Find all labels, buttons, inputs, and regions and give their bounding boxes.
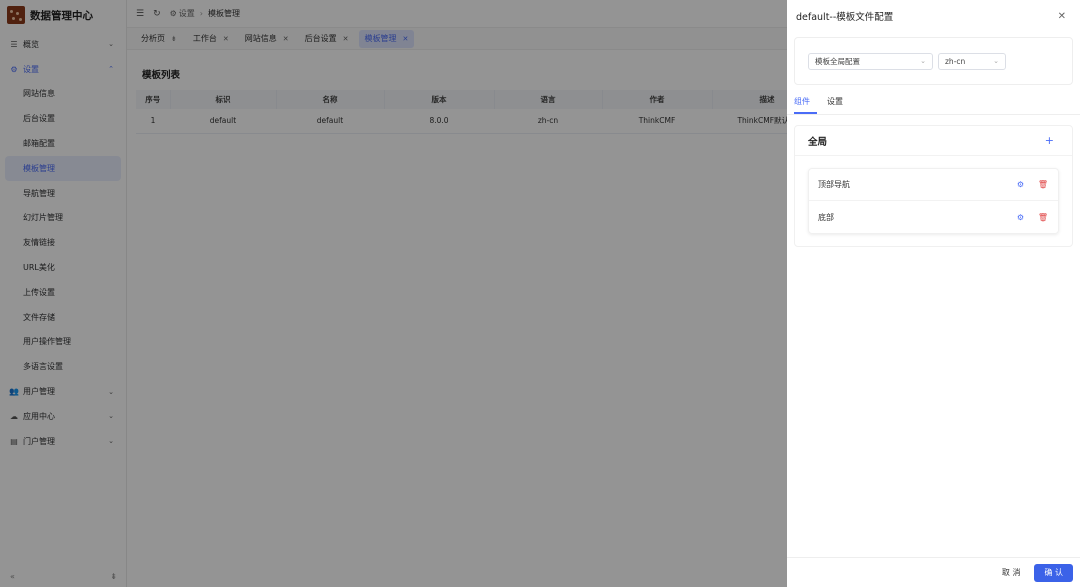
cancel-button[interactable]: 取 消 bbox=[992, 564, 1031, 582]
trash-icon[interactable]: 🗑 bbox=[1038, 180, 1048, 189]
plus-icon[interactable]: + bbox=[1045, 134, 1054, 147]
gear-icon[interactable]: ⚙ bbox=[1017, 213, 1024, 222]
modal-overlay[interactable] bbox=[0, 0, 787, 587]
section-header: 全局 + bbox=[795, 126, 1072, 156]
template-config-drawer: default--模板文件配置 ✕ 模板全局配置 ⌄ zh-cn ⌄ 组件 设置… bbox=[787, 0, 1080, 587]
config-select-card: 模板全局配置 ⌄ zh-cn ⌄ bbox=[794, 37, 1073, 85]
drawer-footer: 取 消 确 认 bbox=[787, 557, 1080, 587]
chevron-down-icon: ⌄ bbox=[993, 57, 999, 65]
list-item: 顶部导航 ⚙ 🗑 bbox=[809, 169, 1058, 201]
scope-select-value: 模板全局配置 bbox=[815, 56, 860, 66]
tab-settings[interactable]: 设置 bbox=[827, 93, 850, 114]
section-title: 全局 bbox=[808, 136, 828, 148]
global-section: 全局 + 顶部导航 ⚙ 🗑 底部 ⚙ 🗑 bbox=[794, 125, 1073, 247]
chevron-down-icon: ⌄ bbox=[920, 57, 926, 65]
tab-components[interactable]: 组件 bbox=[794, 93, 817, 114]
drawer-header: default--模板文件配置 ✕ bbox=[787, 0, 1080, 32]
component-list: 顶部导航 ⚙ 🗑 底部 ⚙ 🗑 bbox=[808, 168, 1059, 234]
language-select-value: zh-cn bbox=[945, 56, 966, 66]
language-select[interactable]: zh-cn ⌄ bbox=[938, 52, 1006, 70]
list-item-label: 顶部导航 bbox=[818, 180, 850, 189]
close-icon[interactable]: ✕ bbox=[1058, 11, 1066, 22]
list-item-label: 底部 bbox=[818, 212, 834, 222]
drawer-tabs: 组件 设置 bbox=[787, 93, 1080, 115]
list-item: 底部 ⚙ 🗑 bbox=[809, 201, 1058, 233]
trash-icon[interactable]: 🗑 bbox=[1038, 213, 1048, 222]
drawer-title: default--模板文件配置 bbox=[796, 12, 894, 23]
gear-icon[interactable]: ⚙ bbox=[1017, 180, 1024, 189]
scope-select[interactable]: 模板全局配置 ⌄ bbox=[808, 52, 933, 70]
confirm-button[interactable]: 确 认 bbox=[1034, 563, 1073, 582]
